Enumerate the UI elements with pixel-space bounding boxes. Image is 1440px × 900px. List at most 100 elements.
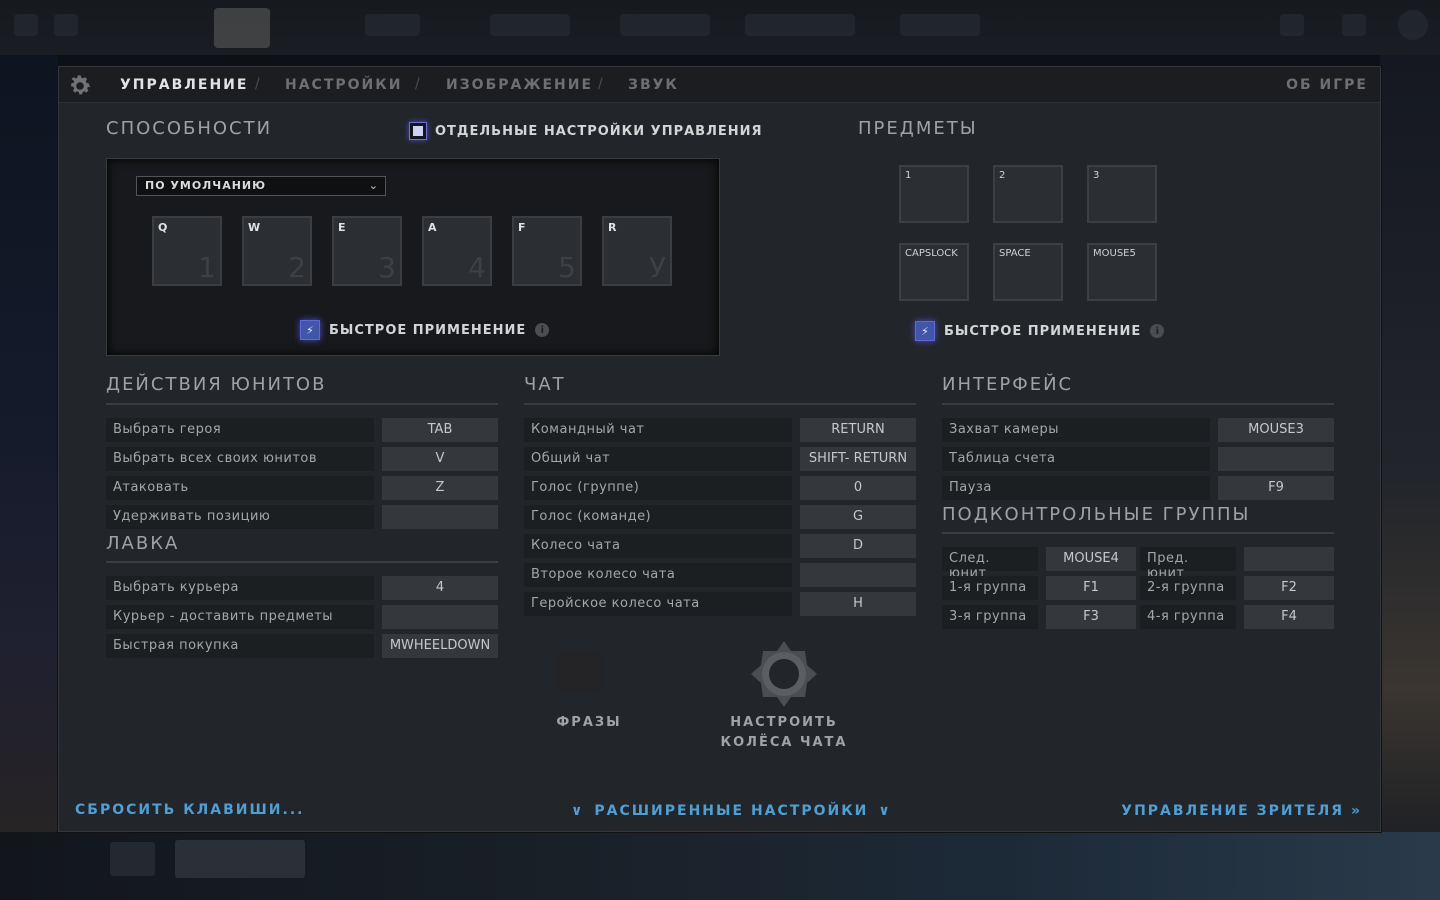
divider (106, 403, 498, 405)
spectator-controls-label: УПРАВЛЕНИЕ ЗРИТЕЛЯ (1121, 803, 1345, 819)
hotkey-field[interactable]: F9 (1218, 476, 1334, 500)
phrases-button[interactable]: ФРАЗЫ (549, 713, 629, 733)
hotkey-field[interactable] (1244, 547, 1334, 571)
advanced-settings-toggle[interactable]: ∨ РАСШИРЕННЫЕ НАСТРОЙКИ ∨ (571, 803, 892, 819)
hotkey-row: Командный чат RETURN (524, 418, 916, 442)
tab-controls[interactable]: УПРАВЛЕНИЕ (120, 77, 248, 93)
advanced-settings-label: РАСШИРЕННЫЕ НАСТРОЙКИ (594, 803, 869, 819)
chevron-down-icon: ∨ (571, 803, 585, 819)
configure-chat-wheels-line1: НАСТРОИТЬ (730, 715, 838, 730)
ability-key-1[interactable]: Q1 (152, 216, 222, 286)
item-key-2[interactable]: 2 (993, 165, 1063, 223)
hotkey-field[interactable]: F3 (1046, 605, 1136, 629)
abilities-quick-cast[interactable]: ⚡ БЫСТРОЕ ПРИМЕНЕНИЕ i (300, 320, 550, 340)
preset-value: ПО УМОЛЧАНИЮ (145, 179, 267, 192)
background-top-bar (0, 0, 1440, 55)
hotkey-row: Колесо чата D (524, 534, 916, 558)
tab-separator: / (598, 76, 603, 92)
tab-sound[interactable]: ЗВУК (628, 77, 679, 93)
hotkey-field[interactable]: SHIFT- RETURN (800, 447, 916, 471)
hotkey-field[interactable]: F1 (1046, 576, 1136, 600)
hotkey-row: 3-я группа F3 (942, 605, 1136, 629)
divider (524, 403, 916, 405)
hotkey-field[interactable]: TAB (382, 418, 498, 442)
lightning-icon[interactable]: ⚡ (300, 320, 320, 340)
hotkey-field[interactable]: RETURN (800, 418, 916, 442)
spectator-controls-link[interactable]: УПРАВЛЕНИЕ ЗРИТЕЛЯ » (1121, 803, 1362, 819)
hotkey-field[interactable]: 0 (800, 476, 916, 500)
hotkey-field[interactable]: F4 (1244, 605, 1334, 629)
hotkey-row: Голос (команде) G (524, 505, 916, 529)
tab-separator: / (255, 76, 260, 92)
chevron-down-icon: ∨ (878, 803, 892, 819)
tab-video[interactable]: ИЗОБРАЖЕНИЕ (446, 77, 593, 93)
tab-settings[interactable]: НАСТРОЙКИ (285, 77, 402, 93)
hotkey-field[interactable]: D (800, 534, 916, 558)
background-slot (110, 842, 155, 876)
ability-key-5[interactable]: F5 (512, 216, 582, 286)
shop-title: ЛАВКА (106, 533, 180, 554)
background-left (0, 55, 58, 900)
item-key-4[interactable]: CAPSLOCK (899, 243, 969, 301)
hotkey-row: Удерживать позицию (106, 505, 498, 529)
hotkey-field[interactable]: MOUSE4 (1046, 547, 1136, 571)
abilities-title: СПОСОБНОСТИ (106, 118, 273, 139)
settings-panel: УПРАВЛЕНИЕ / НАСТРОЙКИ / ИЗОБРАЖЕНИЕ / З… (58, 66, 1381, 832)
ability-key-3[interactable]: E3 (332, 216, 402, 286)
hotkey-field[interactable]: G (800, 505, 916, 529)
item-key-6[interactable]: MOUSE5 (1087, 243, 1157, 301)
hotkey-row: Голос (группе) 0 (524, 476, 916, 500)
preset-dropdown[interactable]: ПО УМОЛЧАНИЮ ⌄ (136, 176, 386, 196)
hotkey-row: 2-я группа F2 (1140, 576, 1334, 600)
item-key-5[interactable]: SPACE (993, 243, 1063, 301)
hotkey-row: Быстрая покупка MWHEELDOWN (106, 634, 498, 658)
hotkey-row: Пауза F9 (942, 476, 1334, 500)
hotkey-field[interactable] (382, 605, 498, 629)
tab-about[interactable]: ОБ ИГРЕ (1286, 77, 1368, 93)
gear-icon[interactable] (67, 73, 93, 99)
hotkey-row: Атаковать Z (106, 476, 498, 500)
item-key-3[interactable]: 3 (1087, 165, 1157, 223)
item-key-1[interactable]: 1 (899, 165, 969, 223)
hotkey-field[interactable] (382, 505, 498, 529)
ability-key-2[interactable]: W2 (242, 216, 312, 286)
items-quick-cast[interactable]: ⚡ БЫСТРОЕ ПРИМЕНЕНИЕ i (915, 321, 1165, 341)
phrases-icon[interactable] (556, 652, 604, 692)
configure-chat-wheels-button[interactable]: НАСТРОИТЬ КОЛЁСА ЧАТА (711, 713, 857, 753)
unit-actions-title: ДЕЙСТВИЯ ЮНИТОВ (106, 374, 327, 395)
hotkey-row: 1-я группа F1 (942, 576, 1136, 600)
background-slot (175, 840, 305, 878)
hotkey-field[interactable]: Z (382, 476, 498, 500)
tab-separator: / (415, 76, 420, 92)
control-groups-title: ПОДКОНТРОЛЬНЫЕ ГРУППЫ (942, 504, 1251, 525)
reset-keys-link[interactable]: СБРОСИТЬ КЛАВИШИ... (75, 802, 304, 818)
hotkey-field[interactable]: MOUSE3 (1218, 418, 1334, 442)
chat-wheel-icon[interactable] (749, 639, 819, 709)
info-icon[interactable]: i (535, 323, 550, 337)
separate-controls-label: ОТДЕЛЬНЫЕ НАСТРОЙКИ УПРАВЛЕНИЯ (435, 123, 763, 139)
ability-key-ultimate[interactable]: RУ (602, 216, 672, 286)
hotkey-row: Захват камеры MOUSE3 (942, 418, 1334, 442)
lightning-icon[interactable]: ⚡ (915, 321, 935, 341)
info-icon[interactable]: i (1150, 324, 1165, 338)
checkbox-icon[interactable] (409, 122, 427, 140)
hotkey-field[interactable] (1218, 447, 1334, 471)
hotkey-field[interactable]: 4 (382, 576, 498, 600)
divider (942, 532, 1334, 534)
ability-key-4[interactable]: A4 (422, 216, 492, 286)
hotkey-field[interactable]: V (382, 447, 498, 471)
chevron-down-icon: ⌄ (368, 179, 379, 192)
hotkey-row: Общий чат SHIFT- RETURN (524, 447, 916, 471)
hotkey-field[interactable]: H (800, 592, 916, 616)
items-title: ПРЕДМЕТЫ (858, 118, 978, 139)
hotkey-field[interactable]: MWHEELDOWN (382, 634, 498, 658)
hotkey-row: Пред. юнит (1140, 547, 1334, 581)
hotkey-row: 4-я группа F4 (1140, 605, 1334, 629)
interface-title: ИНТЕРФЕЙС (942, 374, 1074, 395)
separate-controls-checkbox[interactable]: ОТДЕЛЬНЫЕ НАСТРОЙКИ УПРАВЛЕНИЯ (409, 122, 763, 140)
hotkey-field[interactable]: F2 (1244, 576, 1334, 600)
hotkey-field[interactable] (800, 563, 916, 587)
divider (942, 403, 1334, 405)
chat-title: ЧАТ (524, 374, 566, 395)
tab-bar: УПРАВЛЕНИЕ / НАСТРОЙКИ / ИЗОБРАЖЕНИЕ / З… (59, 67, 1380, 103)
